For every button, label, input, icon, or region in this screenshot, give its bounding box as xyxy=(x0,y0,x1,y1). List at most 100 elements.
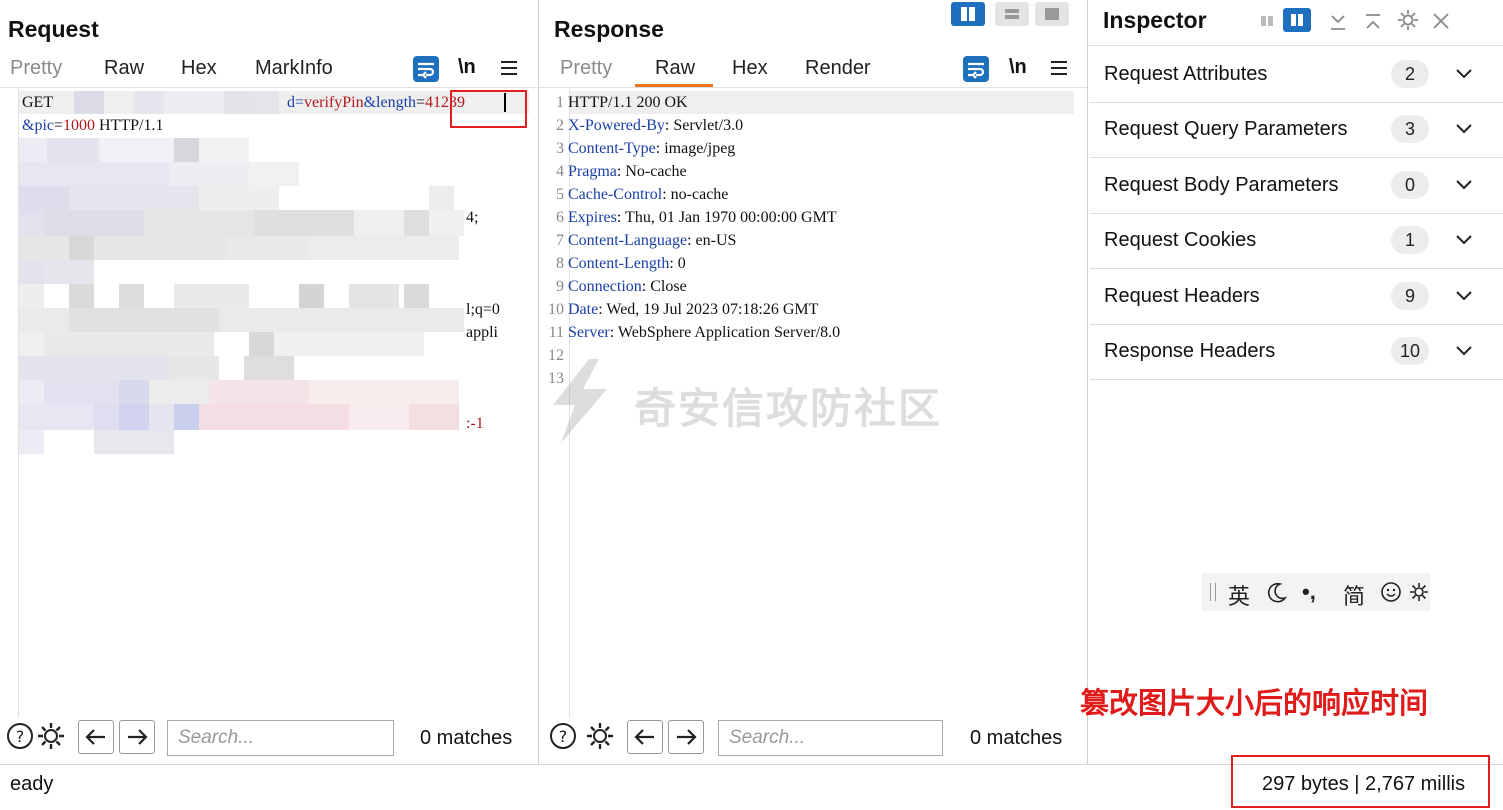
header-value: No-cache xyxy=(621,163,687,180)
inspector-close-icon[interactable] xyxy=(1430,8,1452,32)
header-value: image/jpeg xyxy=(660,140,736,157)
chevron-down-icon[interactable] xyxy=(1453,117,1475,139)
layout-side-by-side-button[interactable] xyxy=(951,2,985,26)
wrap-lines-icon[interactable] xyxy=(413,56,439,82)
inspector-section-label: Request Cookies xyxy=(1104,229,1257,252)
tab-pretty[interactable]: Pretty xyxy=(10,57,62,80)
line-number: 3 xyxy=(556,140,564,157)
inspector-section-response-headers[interactable]: Response Headers 10 xyxy=(1090,324,1503,380)
response-line: 4 Pragma: No-cache xyxy=(540,160,1080,183)
search-placeholder: Search... xyxy=(729,727,806,748)
line-number: 6 xyxy=(556,209,564,226)
next-arrow-button[interactable] xyxy=(668,720,704,754)
svg-text:?: ? xyxy=(559,727,568,746)
help-icon[interactable]: ? xyxy=(549,721,577,751)
inspector-settings-icon[interactable] xyxy=(1396,8,1420,32)
header-key: Server xyxy=(568,324,610,341)
response-line: 1 HTTP/1.1 200 OK xyxy=(540,91,1080,114)
inspector-top-divider xyxy=(1088,45,1503,46)
request-fragment-3: appli xyxy=(466,324,498,341)
settings-gear-icon[interactable] xyxy=(583,720,617,752)
response-bottom-bar: ? Search... 0 matches xyxy=(539,718,1087,760)
highlight-box-length xyxy=(450,90,527,128)
request-title: Request xyxy=(8,16,99,42)
ime-settings-icon[interactable] xyxy=(1408,581,1430,603)
ime-mode-toggle[interactable]: 简 xyxy=(1343,579,1365,611)
header-key: Content-Language xyxy=(568,232,688,249)
inspector-section-label: Request Body Parameters xyxy=(1104,173,1339,196)
header-key: Pragma xyxy=(568,163,617,180)
request-panel: Request Pretty Raw Hex MarkInfo \n GET d… xyxy=(0,0,537,770)
layout-single-button[interactable] xyxy=(1035,2,1069,26)
request-fragment-2: l;q=0 xyxy=(466,301,500,318)
punctuation-icon[interactable]: •, xyxy=(1302,579,1316,605)
inspector-section-request-cookies[interactable]: Request Cookies 1 xyxy=(1090,213,1503,270)
response-line: 10 Date: Wed, 19 Jul 2023 07:18:26 GMT xyxy=(540,298,1080,321)
line-number: 11 xyxy=(548,324,564,341)
tab-hex[interactable]: Hex xyxy=(732,57,768,80)
header-value: Servlet/3.0 xyxy=(669,117,744,134)
menu-icon[interactable] xyxy=(1049,58,1069,78)
inspector-section-request-headers[interactable]: Request Headers 9 xyxy=(1090,269,1503,325)
tab-render[interactable]: Render xyxy=(805,57,871,80)
newline-toggle[interactable]: \n xyxy=(458,56,476,79)
prev-arrow-button[interactable] xyxy=(78,720,114,754)
tab-raw[interactable]: Raw xyxy=(104,57,144,80)
ime-toolbar[interactable]: 英 •, 简 xyxy=(1202,573,1430,611)
search-placeholder: Search... xyxy=(178,727,255,748)
watermark-logo-icon xyxy=(553,359,607,443)
inspector-section-request-attributes[interactable]: Request Attributes 2 xyxy=(1090,47,1503,103)
status-highlight-box xyxy=(1231,755,1490,808)
collapse-all-icon[interactable] xyxy=(1363,10,1383,32)
newline-toggle[interactable]: \n xyxy=(1009,56,1027,79)
header-value: Wed, 19 Jul 2023 07:18:26 GMT xyxy=(602,301,819,318)
chevron-down-icon[interactable] xyxy=(1453,62,1475,84)
header-key: Expires xyxy=(568,209,617,226)
inspector-section-request-body-parameters[interactable]: Request Body Parameters 0 xyxy=(1090,158,1503,214)
tab-pretty[interactable]: Pretty xyxy=(560,57,612,80)
request-search-input[interactable]: Search... xyxy=(167,720,394,756)
line-number: 1 xyxy=(556,94,564,111)
chevron-down-icon[interactable] xyxy=(1453,284,1475,306)
count-badge: 3 xyxy=(1391,115,1429,144)
inspector-layout-icon-2[interactable] xyxy=(1283,8,1311,32)
expand-all-icon[interactable] xyxy=(1328,10,1348,32)
chevron-down-icon[interactable] xyxy=(1453,228,1475,250)
inspector-layout-icon-1[interactable] xyxy=(1255,10,1279,30)
moon-icon[interactable] xyxy=(1266,581,1288,603)
annotation-caption: 篡改图片大小后的响应时间 xyxy=(1080,688,1429,720)
request-editor[interactable]: GET d=verifyPin&length=41239 &pic=1000 H… xyxy=(0,88,537,718)
chevron-down-icon[interactable] xyxy=(1453,339,1475,361)
count-badge: 2 xyxy=(1391,60,1429,88)
request-matches: 0 matches xyxy=(420,727,513,749)
header-value: HTTP/1.1 200 OK xyxy=(568,94,688,111)
inspector-section-label: Response Headers xyxy=(1104,340,1276,362)
layout-stacked-button[interactable] xyxy=(995,2,1029,26)
chevron-down-icon[interactable] xyxy=(1453,173,1475,195)
tab-raw[interactable]: Raw xyxy=(655,57,695,80)
response-line: 6 Expires: Thu, 01 Jan 1970 00:00:00 GMT xyxy=(540,206,1080,229)
emoji-icon[interactable] xyxy=(1380,581,1402,603)
svg-text:?: ? xyxy=(16,727,25,746)
ime-lang-toggle[interactable]: 英 xyxy=(1228,579,1250,611)
response-editor[interactable]: 1 HTTP/1.1 200 OK 2 X-Powered-By: Servlet/3… xyxy=(540,91,1080,390)
wrap-lines-icon[interactable] xyxy=(963,56,989,82)
header-value: no-cache xyxy=(666,186,729,203)
settings-gear-icon[interactable] xyxy=(34,720,68,752)
help-icon[interactable]: ? xyxy=(6,721,34,751)
header-key: X-Powered-By xyxy=(568,117,665,134)
tab-hex[interactable]: Hex xyxy=(181,57,217,80)
prev-arrow-button[interactable] xyxy=(627,720,663,754)
menu-icon[interactable] xyxy=(499,58,519,78)
inspector-section-request-query-parameters[interactable]: Request Query Parameters 3 xyxy=(1090,102,1503,159)
tab-markinfo[interactable]: MarkInfo xyxy=(255,57,333,80)
header-value: WebSphere Application Server/8.0 xyxy=(614,324,841,341)
status-left: eady xyxy=(10,773,54,795)
header-key: Content-Type xyxy=(568,140,656,157)
line-number: 9 xyxy=(556,278,564,295)
ime-handle-icon[interactable] xyxy=(1210,583,1216,601)
response-line: 9 Connection: Close xyxy=(540,275,1080,298)
response-search-input[interactable]: Search... xyxy=(718,720,943,756)
inspector-section-label: Request Query Parameters xyxy=(1104,118,1348,141)
next-arrow-button[interactable] xyxy=(119,720,155,754)
